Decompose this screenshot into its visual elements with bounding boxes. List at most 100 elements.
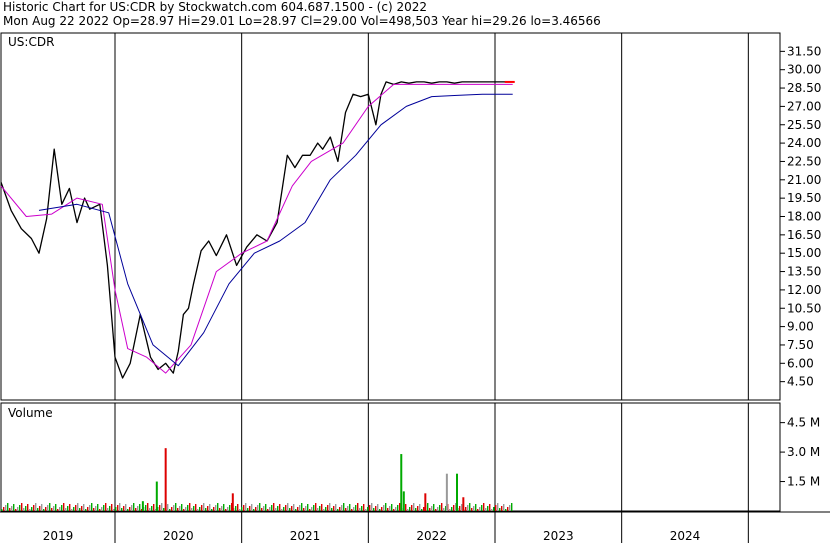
volume-spike	[400, 454, 403, 511]
volume-bar	[273, 503, 275, 511]
volume-bar	[49, 503, 51, 511]
volume-bar	[41, 504, 43, 511]
volume-bar	[479, 507, 481, 511]
price-tick-label: 15.00	[787, 246, 821, 260]
volume-bar	[167, 504, 169, 511]
volume-bar	[309, 509, 311, 511]
volume-bar	[295, 509, 297, 511]
volume-bar	[183, 509, 185, 511]
volume-bar	[443, 508, 445, 511]
volume-bar	[19, 505, 21, 511]
chart-header-line2: Mon Aug 22 2022 Op=28.97 Hi=29.01 Lo=28.…	[3, 14, 601, 28]
volume-bar	[297, 507, 299, 511]
volume-bar	[271, 505, 273, 511]
volume-bar	[153, 504, 155, 511]
volume-tick-label: 4.5 M	[787, 416, 820, 430]
volume-bar	[395, 507, 397, 511]
volume-bar	[97, 504, 99, 511]
volume-bar	[315, 503, 317, 511]
volume-bar	[389, 506, 391, 511]
price-tick-label: 28.50	[787, 81, 821, 95]
stock-chart-svg: 31.50 30.00 28.50 27.00 25.50 24.00 22.50 21.00…	[0, 32, 830, 543]
price-tick-label: 31.50	[787, 44, 821, 58]
volume-bar	[405, 504, 407, 511]
volume-bar	[419, 504, 421, 511]
volume-bar	[313, 505, 315, 511]
volume-bar	[449, 509, 451, 511]
volume-bar	[377, 504, 379, 511]
volume-bar	[163, 508, 165, 511]
volume-bar	[409, 507, 411, 511]
volume-bar	[277, 506, 279, 511]
volume-bar	[135, 508, 137, 511]
volume-bar	[331, 508, 333, 511]
volume-bar	[85, 509, 87, 511]
volume-bar	[247, 508, 249, 511]
volume-bar	[23, 508, 25, 511]
volume-bar	[387, 508, 389, 511]
volume-bar	[493, 507, 495, 511]
volume-bar	[105, 503, 107, 511]
price-tick-label: 12.00	[787, 283, 821, 297]
volume-bar	[365, 509, 367, 511]
volume-bar	[335, 504, 337, 511]
volume-bar	[45, 507, 47, 511]
volume-panel: Volume 4.5 M 3.0 M 1.5 M	[0, 402, 820, 512]
volume-bar	[473, 506, 475, 511]
volume-bar	[159, 505, 161, 511]
price-tick-label: 30.00	[787, 63, 821, 77]
volume-tick-label: 3.0 M	[787, 445, 820, 459]
volume-bar	[63, 503, 65, 511]
volume-bar	[107, 508, 109, 511]
volume-bar	[75, 505, 77, 511]
volume-bar	[461, 504, 463, 511]
volume-bar	[71, 509, 73, 511]
volume-bar	[325, 507, 327, 511]
volume-bar	[53, 506, 55, 511]
volume-spike	[456, 473, 458, 511]
price-tick-label: 6.00	[787, 356, 814, 370]
volume-bar	[323, 509, 325, 511]
volume-bar	[413, 503, 415, 511]
volume-bar	[201, 505, 203, 511]
volume-bar	[341, 505, 343, 511]
volume-bar	[181, 504, 183, 511]
price-tick-label: 19.50	[787, 191, 821, 205]
volume-bar	[37, 508, 39, 511]
volume-bar	[137, 506, 139, 511]
volume-bar	[59, 507, 61, 511]
price-tick-label: 13.50	[787, 265, 821, 279]
volume-bar	[483, 503, 485, 511]
volume-bar	[283, 507, 285, 511]
volume-bar	[77, 503, 79, 511]
volume-panel-title: Volume	[8, 406, 53, 420]
volume-bar	[381, 507, 383, 511]
volume-bar	[225, 509, 227, 511]
volume-bar	[207, 506, 209, 511]
volume-bar	[27, 504, 29, 511]
volume-bar	[267, 509, 269, 511]
x-tick-label: 2022	[416, 529, 447, 543]
volume-bar	[303, 508, 305, 511]
volume-bar	[67, 506, 69, 511]
x-tick-label: 2023	[543, 529, 574, 543]
volume-bar	[241, 507, 243, 511]
volume-bar	[263, 506, 265, 511]
volume-bar	[69, 504, 71, 511]
volume-bar	[265, 504, 267, 511]
volume-bar	[249, 506, 251, 511]
volume-bar	[91, 503, 93, 511]
volume-bar	[397, 505, 399, 511]
volume-bar	[199, 507, 201, 511]
volume-bar	[29, 509, 31, 511]
volume-tick-label: 1.5 M	[787, 475, 820, 489]
x-tick-label: 2021	[290, 529, 321, 543]
volume-bar	[505, 509, 507, 511]
volume-bar	[33, 505, 35, 511]
volume-bar	[427, 503, 429, 511]
volume-bar	[509, 505, 511, 511]
volume-bar	[131, 505, 133, 511]
volume-bar	[353, 507, 355, 511]
volume-bar	[351, 509, 353, 511]
volume-bar	[259, 503, 261, 511]
